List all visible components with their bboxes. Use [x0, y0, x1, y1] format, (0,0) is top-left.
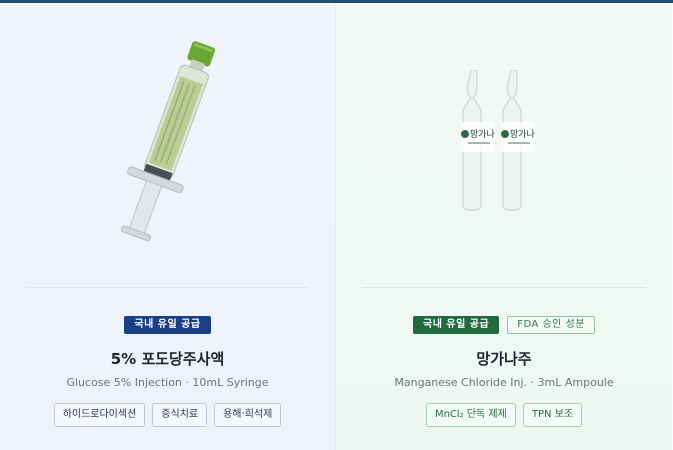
ampoule-label: 망가나	[470, 129, 495, 140]
supply-badge: 국내 유일 공급	[124, 316, 211, 334]
product-image: 망가나 망가나	[336, 3, 672, 287]
tag-diluent[interactable]: 용해·희석제	[214, 403, 282, 427]
ampoule-label: 망가나	[510, 129, 535, 140]
product-grid: 국내 유일 공급 5% 포도당주사액 Glucose 5% Injection …	[0, 0, 673, 450]
product-name: 망가나주	[476, 350, 532, 368]
tag-mncl2[interactable]: MnCl₂ 단독 제제	[425, 403, 516, 427]
card-divider	[362, 287, 646, 288]
badge-row: 국내 유일 공급 FDA 승인 성분	[336, 316, 672, 334]
product-card-glucose[interactable]: 국내 유일 공급 5% 포도당주사액 Glucose 5% Injection …	[0, 3, 336, 450]
product-card-manganese[interactable]: 망가나 망가나 국내 유일 공급 FDA 승인 성분 망가나주 Manganes…	[336, 3, 672, 450]
supply-badge: 국내 유일 공급	[413, 316, 500, 334]
product-image	[0, 3, 335, 287]
tag-row: MnCl₂ 단독 제제 TPN 보조	[336, 403, 672, 427]
card-divider	[26, 287, 309, 288]
fda-badge: FDA 승인 성분	[507, 316, 595, 334]
tag-row: 하이드로다이섹션 증식치료 용해·희석제	[0, 403, 335, 427]
product-name: 5% 포도당주사액	[110, 350, 225, 368]
product-subtitle: Glucose 5% Injection · 10mL Syringe	[66, 376, 269, 389]
syringe-image	[120, 41, 215, 242]
product-subtitle: Manganese Chloride Inj. · 3mL Ampoule	[394, 376, 614, 389]
ampoule: 망가나	[461, 70, 495, 211]
tag-prolotherapy[interactable]: 증식치료	[152, 403, 208, 427]
ampoule: 망가나	[501, 70, 535, 211]
tag-tpn[interactable]: TPN 보조	[522, 403, 583, 427]
badge-row: 국내 유일 공급	[0, 316, 335, 334]
ampoules-image: 망가나 망가나	[461, 70, 535, 211]
tag-hydrodissection[interactable]: 하이드로다이섹션	[53, 403, 146, 427]
